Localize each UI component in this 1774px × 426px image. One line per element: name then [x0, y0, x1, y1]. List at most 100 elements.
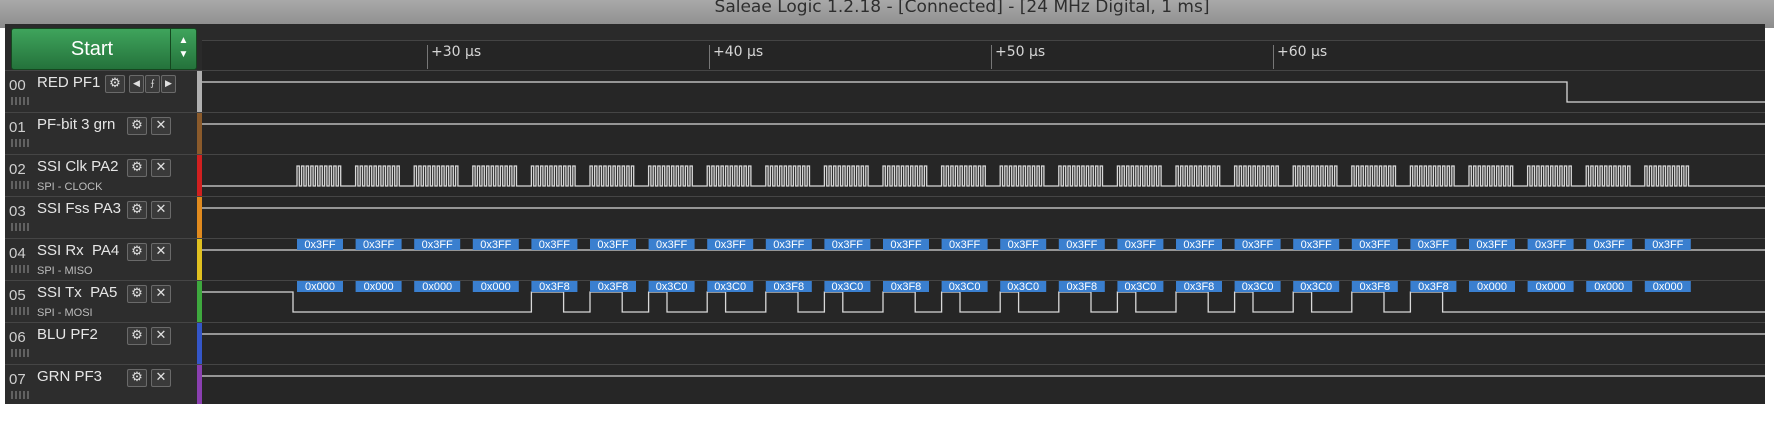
close-icon[interactable]: ✕ — [151, 243, 171, 261]
gear-icon[interactable]: ⚙ — [127, 201, 147, 219]
mosi-decode-label[interactable]: 0x3C0 — [1117, 281, 1164, 293]
mosi-decode-label[interactable]: 0x000 — [1527, 281, 1574, 293]
miso-decode-label[interactable]: 0x3FF — [1176, 239, 1222, 251]
miso-decode-label[interactable]: 0x3FF — [765, 239, 812, 251]
channel-number: 02 — [9, 161, 26, 178]
miso-decode-label[interactable]: 0x3FF — [414, 239, 461, 251]
close-icon[interactable]: ✕ — [151, 327, 171, 345]
mosi-decode-label[interactable]: 0x3C0 — [648, 281, 695, 293]
gear-icon[interactable]: ⚙ — [127, 369, 147, 387]
miso-decode-label[interactable]: 0x3FF — [472, 239, 519, 251]
mosi-decode-label[interactable]: 0x000 — [414, 281, 461, 293]
miso-decode-label[interactable]: 0x3FF — [1058, 239, 1105, 251]
miso-decode-label[interactable]: 0x3FF — [590, 239, 636, 251]
miso-decode-label[interactable]: 0x3FF — [707, 239, 754, 251]
mosi-decode-label[interactable]: 0x3C0 — [941, 281, 988, 293]
miso-decode-label[interactable]: 0x3FF — [1586, 239, 1633, 251]
miso-decode-label[interactable]: 0x3FF — [1234, 239, 1281, 251]
mosi-decode-label[interactable]: 0x3F8 — [1410, 281, 1457, 293]
close-icon[interactable]: ✕ — [151, 285, 171, 303]
mosi-decode-label[interactable]: 0x000 — [355, 281, 402, 293]
channel-name[interactable]: SSI Tx PA5 — [37, 284, 117, 301]
channel-name[interactable]: SSI Fss PA3 — [37, 200, 121, 217]
miso-decode-label[interactable]: 0x3FF — [297, 239, 343, 251]
miso-decode-label[interactable]: 0x3FF — [1293, 239, 1340, 251]
miso-decode-label[interactable]: 0x3FF — [883, 239, 929, 251]
down-arrow-icon[interactable]: ▼ — [171, 48, 196, 62]
close-icon[interactable]: ✕ — [151, 369, 171, 387]
close-icon[interactable]: ✕ — [151, 201, 171, 219]
edge-trigger-icon[interactable]: ⨍ — [145, 75, 160, 93]
miso-decode-label[interactable]: 0x3FF — [531, 239, 578, 251]
drag-handle-icon[interactable] — [11, 223, 29, 231]
svg-text:0x3FF: 0x3FF — [1066, 239, 1097, 251]
drag-handle-icon[interactable] — [11, 307, 29, 315]
miso-decode-label[interactable]: 0x3FF — [1351, 239, 1398, 251]
miso-decode-label[interactable]: 0x3FF — [1527, 239, 1574, 251]
channel-number: 07 — [9, 371, 26, 388]
miso-decode-label[interactable]: 0x3FF — [1410, 239, 1457, 251]
close-icon[interactable]: ✕ — [151, 117, 171, 135]
gear-icon[interactable]: ⚙ — [127, 327, 147, 345]
mosi-decode-label[interactable]: 0x3C0 — [1234, 281, 1281, 293]
start-button[interactable]: Start ▲ ▼ — [11, 28, 197, 70]
channel-name[interactable]: GRN PF3 — [37, 368, 102, 385]
mosi-decode-label[interactable]: 0x000 — [297, 281, 343, 293]
channel-name[interactable]: SSI Rx PA4 — [37, 242, 119, 259]
mosi-decode-label[interactable]: 0x000 — [472, 281, 519, 293]
mosi-decode-label[interactable]: 0x000 — [1469, 281, 1515, 293]
mosi-decode-label[interactable]: 0x000 — [1586, 281, 1633, 293]
drag-handle-icon[interactable] — [11, 391, 29, 399]
gear-icon[interactable]: ⚙ — [127, 159, 147, 177]
next-edge-icon[interactable]: ▶ — [161, 75, 176, 93]
miso-decode-label[interactable]: 0x3FF — [1000, 239, 1047, 251]
gear-icon[interactable]: ⚙ — [105, 75, 125, 93]
drag-handle-icon[interactable] — [11, 349, 29, 357]
mosi-decode-label[interactable]: 0x3F8 — [765, 281, 812, 293]
miso-decode-label[interactable]: 0x3FF — [1644, 239, 1691, 251]
up-arrow-icon[interactable]: ▲ — [171, 34, 196, 48]
mosi-decode-label[interactable]: 0x3F8 — [531, 281, 578, 293]
miso-decode-label[interactable]: 0x3FF — [1469, 239, 1515, 251]
svg-text:0x3C0: 0x3C0 — [656, 281, 688, 293]
svg-text:0x3F8: 0x3F8 — [1184, 281, 1215, 293]
mosi-decode-label[interactable]: 0x3F8 — [590, 281, 636, 293]
mosi-decode-label[interactable]: 0x3C0 — [707, 281, 754, 293]
mosi-decode-label[interactable]: 0x3C0 — [1000, 281, 1047, 293]
start-options-stepper[interactable]: ▲ ▼ — [170, 29, 196, 69]
channel-name[interactable]: BLU PF2 — [37, 326, 98, 343]
channel-name[interactable]: RED PF1 — [37, 74, 100, 91]
channel-0-trace — [202, 81, 1765, 103]
gear-icon[interactable]: ⚙ — [127, 285, 147, 303]
channel-name[interactable]: SSI Clk PA2 — [37, 158, 118, 175]
miso-decode-label[interactable]: 0x3FF — [648, 239, 695, 251]
svg-text:0x3FF: 0x3FF — [480, 239, 511, 251]
previous-edge-icon[interactable]: ◀ — [129, 75, 144, 93]
svg-text:0x3C0: 0x3C0 — [714, 281, 746, 293]
drag-handle-icon[interactable] — [11, 139, 29, 147]
mosi-decode-label[interactable]: 0x3C0 — [1293, 281, 1340, 293]
waveform-canvas[interactable]: 0x3FF 0x3FF 0x3FF 0x3FF 0x3FF 0x3FF 0x3FF 0x3FF… — [202, 70, 1765, 404]
close-icon[interactable]: ✕ — [151, 159, 171, 177]
miso-decode-label[interactable]: 0x3FF — [1117, 239, 1164, 251]
mosi-decode-label[interactable]: 0x3F8 — [1176, 281, 1222, 293]
drag-handle-icon[interactable] — [11, 181, 29, 189]
time-ruler[interactable]: +30 µs +40 µs +50 µs +60 µs — [202, 40, 1765, 71]
channel-name[interactable]: PF-bit 3 grn — [37, 116, 115, 133]
drag-handle-icon[interactable] — [11, 265, 29, 273]
drag-handle-icon[interactable] — [11, 97, 29, 105]
miso-decode-label[interactable]: 0x3FF — [824, 239, 871, 251]
mosi-decode-label[interactable]: 0x3F8 — [883, 281, 929, 293]
svg-text:0x3FF: 0x3FF — [1359, 239, 1390, 251]
miso-decode-label[interactable]: 0x3FF — [941, 239, 988, 251]
mosi-decode-label[interactable]: 0x000 — [1644, 281, 1691, 293]
mosi-decode-label[interactable]: 0x3F8 — [1351, 281, 1398, 293]
gear-icon[interactable]: ⚙ — [127, 117, 147, 135]
svg-text:0x3F8: 0x3F8 — [774, 281, 805, 293]
mosi-decode-label[interactable]: 0x3C0 — [824, 281, 871, 293]
mosi-decode-label[interactable]: 0x3F8 — [1058, 281, 1105, 293]
miso-decode-label[interactable]: 0x3FF — [355, 239, 402, 251]
gear-icon[interactable]: ⚙ — [127, 243, 147, 261]
analyzer-label: SPI - MOSI — [37, 307, 93, 319]
svg-text:0x3C0: 0x3C0 — [1300, 281, 1332, 293]
